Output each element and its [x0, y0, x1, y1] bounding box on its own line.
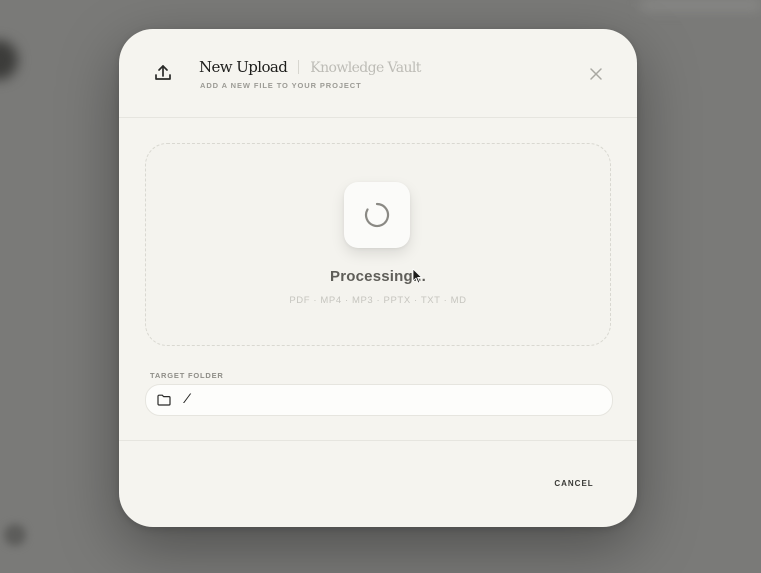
- dialog-title: New Upload: [199, 58, 288, 76]
- dialog-title-row: New Upload Knowledge Vault: [199, 58, 421, 76]
- target-folder-label: TARGET FOLDER: [150, 371, 224, 380]
- backdrop-blur-shape: [4, 524, 26, 546]
- title-divider: [298, 60, 300, 74]
- processing-status: Processing...: [330, 268, 426, 285]
- upload-dialog: New Upload Knowledge Vault ADD A NEW FIL…: [119, 29, 637, 527]
- dialog-caption: ADD A NEW FILE TO YOUR PROJECT: [200, 81, 362, 90]
- target-folder-value: /: [183, 392, 191, 407]
- mouse-cursor-icon: [412, 268, 422, 284]
- dialog-brand: Knowledge Vault: [310, 60, 421, 76]
- backdrop-blur-shape: [641, 0, 761, 10]
- target-folder-input[interactable]: /: [145, 384, 613, 416]
- footer-divider: [119, 440, 637, 441]
- upload-icon: [155, 65, 171, 80]
- spinner-tile: [344, 182, 410, 248]
- folder-icon: [157, 394, 171, 406]
- cancel-button[interactable]: CANCEL: [544, 475, 604, 493]
- backdrop-blur-shape: [0, 40, 18, 80]
- dialog-header: New Upload Knowledge Vault ADD A NEW FIL…: [119, 29, 637, 118]
- supported-formats: PDF · MP4 · MP3 · PPTX · TXT · MD: [289, 295, 467, 306]
- close-icon[interactable]: [587, 65, 605, 83]
- file-dropzone[interactable]: Processing... PDF · MP4 · MP3 · PPTX · T…: [145, 143, 611, 346]
- spinner-icon: [364, 202, 390, 228]
